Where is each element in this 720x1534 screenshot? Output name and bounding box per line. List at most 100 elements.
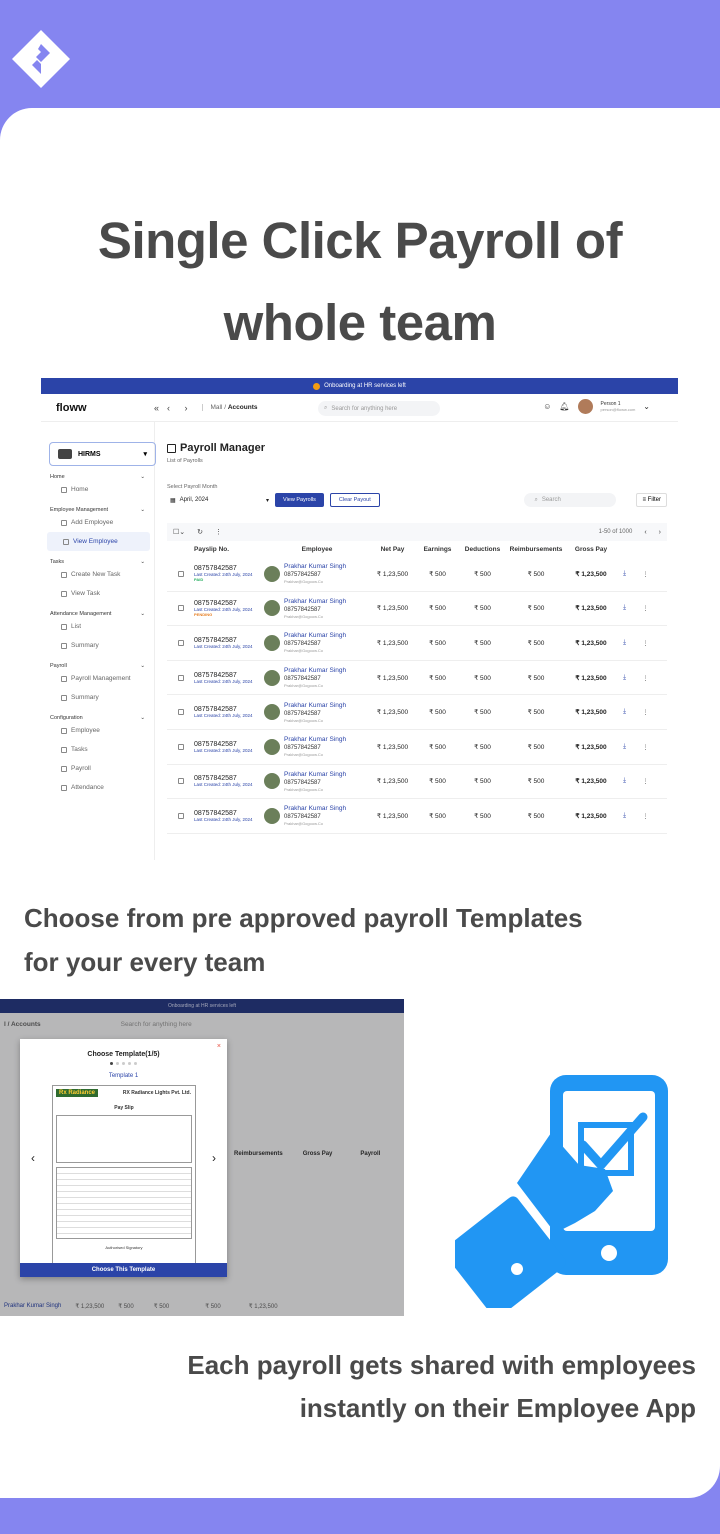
table-row[interactable]: 08757842587 Last Created: 24th July, 2024…	[167, 799, 667, 834]
nav-arrows-icon[interactable]: ‹ ›	[167, 403, 194, 413]
table-search-input[interactable]: ⌕ Search	[524, 493, 617, 507]
employee-name[interactable]: Prakhar Kumar Singh	[284, 771, 346, 779]
table-row[interactable]: 08757842587 Last Created: 24th July, 2024…	[167, 730, 667, 765]
last-created: Last Created: 24th July, 2024	[194, 643, 253, 649]
table-row[interactable]: 08757842587 Last Created: 24th July, 2024…	[167, 661, 667, 696]
collapse-sidebar-icon[interactable]: «	[154, 403, 159, 413]
employee-name[interactable]: Prakhar Kumar Singh	[284, 632, 346, 640]
sidebar-item[interactable]: Summary	[45, 688, 150, 707]
sidebar-item[interactable]: Summary	[45, 636, 150, 655]
payslip-number: 08757842587	[194, 809, 237, 817]
more-icon[interactable]: ⋮	[642, 604, 649, 612]
payslip-template-preview[interactable]: Rx Radiance RX Radiance Lights Pvt. Ltd.…	[52, 1085, 196, 1265]
download-icon[interactable]: ⤓	[623, 674, 626, 682]
col-reimbursements[interactable]: Reimbursements	[505, 546, 567, 553]
download-icon[interactable]: ⤓	[623, 708, 626, 716]
sidebar-item[interactable]: View Employee	[47, 532, 150, 551]
carousel-dot[interactable]	[122, 1062, 125, 1065]
row-checkbox[interactable]	[177, 743, 184, 750]
employee-name[interactable]: Prakhar Kumar Singh	[284, 736, 346, 744]
prev-template-icon[interactable]: ‹	[31, 1151, 35, 1165]
select-all-checkbox[interactable]: ☐⌄	[173, 528, 185, 536]
col-deductions[interactable]: Deductions	[460, 546, 505, 553]
more-icon[interactable]: ⋮	[642, 639, 649, 647]
help-icon[interactable]: ☺	[543, 402, 551, 411]
more-icon[interactable]: ⋮	[215, 528, 222, 536]
sidebar-item[interactable]: View Task	[45, 584, 150, 603]
col-payslip[interactable]: Payslip No.	[194, 546, 264, 553]
row-checkbox[interactable]	[177, 778, 184, 785]
org-selector[interactable]: HIRMS ▾	[49, 442, 156, 466]
table-row[interactable]: 08757842587 Last Created: 24th July, 2024…	[167, 592, 667, 627]
row-checkbox[interactable]	[177, 709, 184, 716]
gross-pay: ₹ 1,23,500	[575, 709, 607, 717]
chevron-down-icon[interactable]: ⌄	[643, 402, 650, 411]
row-checkbox[interactable]	[177, 674, 184, 681]
breadcrumb-parent[interactable]: Mall /	[211, 404, 227, 411]
col-net-pay[interactable]: Net Pay	[370, 546, 415, 553]
choose-template-button[interactable]: Choose This Template	[20, 1263, 227, 1277]
download-icon[interactable]: ⤓	[623, 777, 626, 785]
content-card: Single Click Payroll of whole team Onboa…	[0, 108, 720, 1498]
gross-pay: ₹ 1,23,500	[575, 570, 607, 578]
sidebar-item[interactable]: Home	[45, 480, 150, 499]
clear-payout-button[interactable]: Clear Payout	[329, 493, 380, 507]
sidebar-item[interactable]: Tasks	[45, 740, 150, 759]
row-checkbox[interactable]	[177, 570, 184, 577]
sidebar-item[interactable]: Add Employee	[45, 513, 150, 532]
view-payrolls-button[interactable]: View Payrolls	[275, 493, 324, 507]
more-icon[interactable]: ⋮	[642, 674, 649, 682]
download-icon[interactable]: ⤓	[623, 570, 626, 578]
more-icon[interactable]: ⋮	[642, 708, 649, 716]
table-row[interactable]: 08757842587 Last Created: 24th July, 2024…	[167, 695, 667, 730]
filter-button[interactable]: ≡ Filter	[636, 493, 667, 507]
onboarding-banner[interactable]: Onboarding at HR services left	[41, 378, 678, 394]
employee-name[interactable]: Prakhar Kumar Singh	[284, 702, 346, 710]
sidebar-item[interactable]: Employee	[45, 721, 150, 740]
close-icon[interactable]: ×	[217, 1043, 221, 1050]
employee-name[interactable]: Prakhar Kumar Singh	[284, 563, 346, 571]
next-template-icon[interactable]: ›	[212, 1151, 216, 1165]
row-checkbox[interactable]	[177, 812, 184, 819]
carousel-dot[interactable]	[116, 1062, 119, 1065]
month-select[interactable]: ▦ April, 2024 ▾	[167, 493, 269, 507]
avatar[interactable]	[577, 399, 593, 414]
sidebar-item[interactable]: List	[45, 617, 150, 636]
row-checkbox[interactable]	[177, 605, 184, 612]
sidebar-item[interactable]: Payroll	[45, 759, 150, 778]
more-icon[interactable]: ⋮	[642, 777, 649, 785]
table-row[interactable]: 08757842587 Last Created: 24th July, 2024…	[167, 765, 667, 800]
download-icon[interactable]: ⤓	[623, 812, 626, 820]
next-page-icon[interactable]: ›	[659, 529, 661, 536]
sidebar-item[interactable]: Attendance	[45, 778, 150, 797]
download-icon[interactable]: ⤓	[623, 604, 626, 612]
table-row[interactable]: 08757842587 Last Created: 24th July, 2024…	[167, 626, 667, 661]
carousel-dot[interactable]	[134, 1062, 137, 1065]
table-row[interactable]: 08757842587 Last Created: 24th July, 2024…	[167, 557, 667, 592]
employee-name[interactable]: Prakhar Kumar Singh	[284, 598, 346, 606]
carousel-dot[interactable]	[110, 1062, 113, 1065]
more-icon[interactable]: ⋮	[642, 812, 649, 820]
row-checkbox[interactable]	[177, 639, 184, 646]
employee-name[interactable]: Prakhar Kumar Singh	[284, 805, 346, 813]
employee-name[interactable]: Prakhar Kumar Singh	[284, 667, 346, 675]
more-icon[interactable]: ⋮	[642, 743, 649, 751]
col-gross-pay[interactable]: Gross Pay	[567, 546, 615, 553]
employee-info: Prakhar Kumar Singh 08757842587 Prakhar@Go…	[284, 771, 346, 792]
bell-icon[interactable]: 🔔︎	[559, 402, 569, 411]
global-search-input[interactable]: ⌕ Search for anything here	[318, 401, 440, 416]
download-icon[interactable]: ⤓	[623, 639, 626, 647]
sidebar-item[interactable]: Payroll Management	[45, 669, 150, 688]
sidebar-section-label: Home	[50, 474, 65, 480]
carousel-dot[interactable]	[128, 1062, 131, 1065]
menu-item-icon	[61, 727, 67, 734]
col-employee[interactable]: Employee	[264, 546, 370, 553]
more-icon[interactable]: ⋮	[642, 570, 649, 578]
row-checkbox-cell	[167, 812, 194, 819]
last-created: Last Created: 24th July, 2024	[194, 782, 253, 788]
download-icon[interactable]: ⤓	[623, 743, 626, 751]
prev-page-icon[interactable]: ‹	[644, 529, 646, 536]
refresh-icon[interactable]: ↻	[197, 528, 203, 536]
col-earnings[interactable]: Earnings	[415, 546, 460, 553]
sidebar-item[interactable]: Create New Task	[45, 565, 150, 584]
